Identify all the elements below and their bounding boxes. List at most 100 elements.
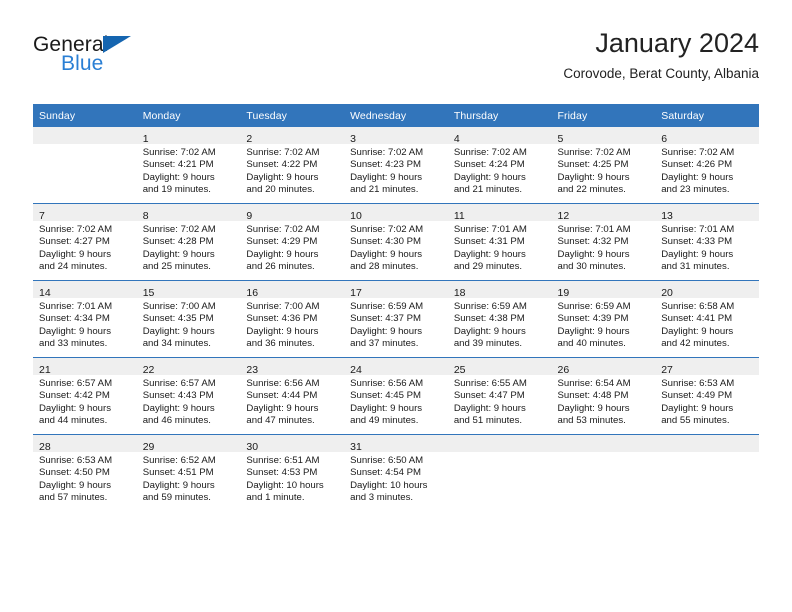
calendar-day-cell[interactable]: 28 Sunrise: 6:53 AM Sunset: 4:50 PM Dayligh… [33, 434, 137, 511]
calendar-day-cell[interactable]: 11 Sunrise: 7:01 AM Sunset: 4:31 PM Dayligh… [447, 203, 552, 281]
sunrise-text: Sunrise: 7:01 AM [453, 224, 527, 235]
daylight-text-line2: and 57 minutes. [39, 492, 108, 504]
calendar-day-cell[interactable]: 10 Sunrise: 7:02 AM Sunset: 4:30 PM Dayligh… [344, 203, 448, 281]
day-number: 29 [142, 441, 155, 453]
day-number-band [33, 127, 137, 144]
calendar-day-cell[interactable]: 3 Sunrise: 7:02 AM Sunset: 4:23 PM Daylight… [344, 127, 448, 204]
day-info: Sunrise: 6:58 AM Sunset: 4:41 PM Daylight:… [655, 298, 759, 351]
day-number-band: 29 [136, 435, 241, 453]
weekday-header-friday: Friday [551, 104, 656, 127]
calendar-day-cell[interactable]: 7 Sunrise: 7:02 AM Sunset: 4:27 PM Daylight… [33, 203, 137, 281]
day-number: 28 [39, 441, 51, 453]
day-number: 16 [246, 287, 259, 299]
calendar-day-cell[interactable]: 9 Sunrise: 7:02 AM Sunset: 4:29 PM Daylight… [240, 203, 345, 281]
calendar-week-row: 14 Sunrise: 7:01 AM Sunset: 4:34 PM Dayligh… [33, 280, 759, 358]
daylight-text-line2: and 29 minutes. [453, 261, 523, 273]
day-number: 22 [142, 364, 155, 376]
calendar-day-cell[interactable]: 27 Sunrise: 6:53 AM Sunset: 4:49 PM Dayligh… [655, 357, 759, 435]
sunrise-text: Sunrise: 6:54 AM [557, 378, 631, 389]
day-number: 10 [350, 210, 362, 222]
sunrise-text: Sunrise: 6:57 AM [39, 378, 113, 389]
sunset-text: Sunset: 4:36 PM [246, 313, 318, 325]
day-cell-content [33, 127, 137, 203]
calendar-day-cell[interactable]: 16 Sunrise: 7:00 AM Sunset: 4:36 PM Dayligh… [240, 280, 345, 358]
weekday-header-tuesday: Tuesday [240, 104, 345, 127]
calendar-day-cell[interactable]: 18 Sunrise: 6:59 AM Sunset: 4:38 PM Dayligh… [447, 280, 552, 358]
calendar-day-cell[interactable]: 19 Sunrise: 6:59 AM Sunset: 4:39 PM Dayligh… [551, 280, 656, 358]
sunrise-text: Sunrise: 6:53 AM [39, 455, 113, 466]
day-number-band: 22 [136, 358, 241, 376]
day-cell-content: 3 Sunrise: 7:02 AM Sunset: 4:23 PM Daylight… [344, 127, 448, 203]
calendar-day-cell[interactable]: 24 Sunrise: 6:56 AM Sunset: 4:45 PM Dayligh… [344, 357, 448, 435]
day-number-band: 17 [344, 281, 448, 299]
calendar-day-cell[interactable]: 13 Sunrise: 7:01 AM Sunset: 4:33 PM Dayligh… [655, 203, 759, 281]
day-number-band: 31 [344, 435, 448, 453]
calendar-day-cell[interactable]: 6 Sunrise: 7:02 AM Sunset: 4:26 PM Daylight… [655, 127, 759, 204]
day-info: Sunrise: 6:57 AM Sunset: 4:42 PM Daylight:… [33, 375, 137, 428]
brand-logo[interactable]: General Blue [33, 34, 263, 90]
calendar-day-cell[interactable]: 30 Sunrise: 6:51 AM Sunset: 4:53 PM Dayligh… [240, 434, 345, 511]
sunrise-text: Sunrise: 6:53 AM [661, 378, 735, 389]
sunset-text: Sunset: 4:21 PM [142, 159, 214, 171]
calendar-week-row: 28 Sunrise: 6:53 AM Sunset: 4:50 PM Dayligh… [33, 434, 759, 511]
calendar-day-cell[interactable]: 25 Sunrise: 6:55 AM Sunset: 4:47 PM Dayligh… [447, 357, 552, 435]
day-cell-content: 12 Sunrise: 7:01 AM Sunset: 4:32 PM Dayligh… [551, 204, 656, 280]
calendar-day-cell[interactable]: 31 Sunrise: 6:50 AM Sunset: 4:54 PM Dayligh… [344, 434, 448, 511]
sunrise-text: Sunrise: 6:56 AM [350, 378, 424, 389]
calendar-day-cell[interactable]: 4 Sunrise: 7:02 AM Sunset: 4:24 PM Daylight… [447, 127, 552, 204]
page-title: January 2024 [595, 28, 759, 58]
day-cell-content: 21 Sunrise: 6:57 AM Sunset: 4:42 PM Dayligh… [33, 358, 137, 434]
calendar-day-cell-empty [551, 434, 656, 511]
calendar-day-cell[interactable]: 14 Sunrise: 7:01 AM Sunset: 4:34 PM Dayligh… [33, 280, 137, 358]
sunrise-text: Sunrise: 7:02 AM [350, 224, 424, 235]
calendar-day-cell[interactable]: 8 Sunrise: 7:02 AM Sunset: 4:28 PM Daylight… [136, 203, 241, 281]
daylight-text-line2: and 33 minutes. [39, 338, 108, 350]
day-number-band: 12 [551, 204, 656, 222]
day-cell-content: 31 Sunrise: 6:50 AM Sunset: 4:54 PM Dayligh… [344, 435, 448, 511]
daylight-text-line2: and 40 minutes. [557, 338, 626, 350]
calendar-day-cell[interactable]: 26 Sunrise: 6:54 AM Sunset: 4:48 PM Dayligh… [551, 357, 656, 435]
calendar-day-cell[interactable]: 22 Sunrise: 6:57 AM Sunset: 4:43 PM Dayligh… [136, 357, 241, 435]
day-number: 24 [350, 364, 362, 376]
day-cell-content: 16 Sunrise: 7:00 AM Sunset: 4:36 PM Dayligh… [240, 281, 345, 357]
daylight-text-line2: and 31 minutes. [661, 261, 730, 273]
day-number-band: 14 [33, 281, 137, 299]
calendar-day-cell[interactable]: 20 Sunrise: 6:58 AM Sunset: 4:41 PM Dayligh… [655, 280, 759, 358]
daylight-text-line2: and 49 minutes. [350, 415, 419, 427]
calendar-day-cell[interactable]: 5 Sunrise: 7:02 AM Sunset: 4:25 PM Daylight… [551, 127, 656, 204]
day-number-band: 23 [240, 358, 345, 376]
sunset-text: Sunset: 4:34 PM [39, 313, 110, 325]
daylight-text-line1: Daylight: 9 hours [453, 325, 526, 337]
daylight-text-line1: Daylight: 9 hours [557, 248, 630, 260]
daylight-text-line2: and 23 minutes. [661, 184, 730, 196]
daylight-text-line1: Daylight: 9 hours [246, 248, 319, 260]
daylight-text-line2: and 51 minutes. [453, 415, 523, 427]
day-number: 27 [661, 364, 673, 376]
daylight-text-line1: Daylight: 9 hours [661, 325, 734, 337]
sunrise-text: Sunrise: 7:02 AM [246, 147, 320, 158]
day-number: 7 [39, 210, 45, 222]
calendar-day-cell[interactable]: 21 Sunrise: 6:57 AM Sunset: 4:42 PM Dayligh… [33, 357, 137, 435]
calendar-day-cell[interactable]: 12 Sunrise: 7:01 AM Sunset: 4:32 PM Dayligh… [551, 203, 656, 281]
sunset-text: Sunset: 4:31 PM [453, 236, 525, 248]
calendar-day-cell[interactable]: 29 Sunrise: 6:52 AM Sunset: 4:51 PM Dayligh… [136, 434, 241, 511]
sunrise-text: Sunrise: 7:01 AM [557, 224, 631, 235]
daylight-text-line2: and 22 minutes. [557, 184, 626, 196]
sunset-text: Sunset: 4:30 PM [350, 236, 422, 248]
day-info: Sunrise: 6:57 AM Sunset: 4:43 PM Daylight:… [137, 375, 241, 428]
calendar-day-cell[interactable]: 17 Sunrise: 6:59 AM Sunset: 4:37 PM Dayligh… [344, 280, 448, 358]
calendar-day-cell[interactable]: 1 Sunrise: 7:02 AM Sunset: 4:21 PM Daylight… [136, 127, 241, 204]
sunset-text: Sunset: 4:29 PM [246, 236, 318, 248]
daylight-text-line1: Daylight: 9 hours [142, 479, 215, 491]
calendar-day-cell-empty [33, 127, 137, 204]
day-info [448, 452, 552, 455]
calendar-day-cell[interactable]: 23 Sunrise: 6:56 AM Sunset: 4:44 PM Dayligh… [240, 357, 345, 435]
day-info: Sunrise: 6:56 AM Sunset: 4:45 PM Daylight:… [344, 375, 448, 428]
sunset-text: Sunset: 4:24 PM [453, 159, 525, 171]
day-number-band: 1 [136, 127, 241, 145]
calendar-day-cell[interactable]: 15 Sunrise: 7:00 AM Sunset: 4:35 PM Dayligh… [136, 280, 241, 358]
day-info [552, 452, 656, 455]
day-number-band: 27 [655, 358, 759, 376]
calendar-day-cell[interactable]: 2 Sunrise: 7:02 AM Sunset: 4:22 PM Daylight… [240, 127, 345, 204]
weekday-header-saturday: Saturday [655, 104, 759, 127]
